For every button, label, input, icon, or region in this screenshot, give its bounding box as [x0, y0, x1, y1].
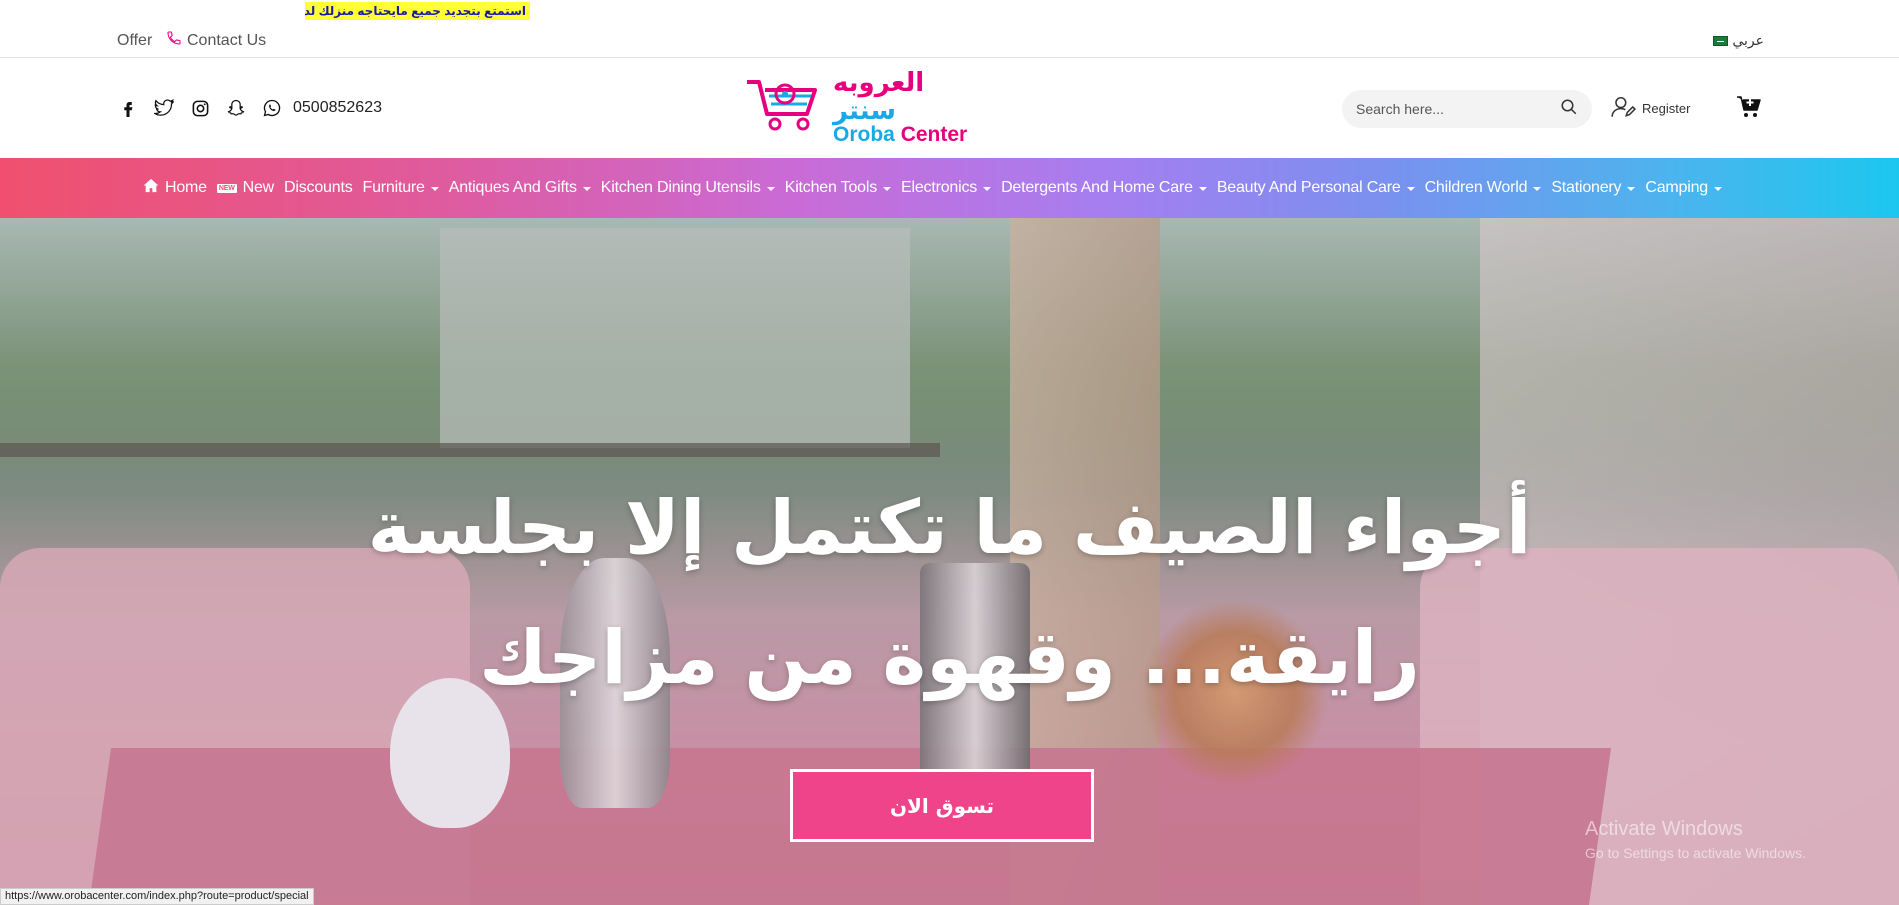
logo-english: Oroba Center [833, 123, 968, 146]
nav-electronics[interactable]: Electronics [901, 179, 992, 197]
snapchat-icon[interactable] [225, 97, 247, 119]
facebook-icon[interactable] [117, 97, 139, 119]
nav-detergents-and-home-care[interactable]: Detergents And Home Care [1001, 179, 1207, 197]
nav-beauty-and-personal-care[interactable]: Beauty And Personal Care [1217, 179, 1415, 197]
main-navigation: Home NEW New Discounts Furniture Antique… [0, 158, 1899, 218]
offer-link[interactable]: Offer [117, 32, 152, 50]
nav-antiques-and-gifts[interactable]: Antiques And Gifts [449, 179, 591, 197]
saudi-flag-icon [1713, 35, 1729, 46]
language-switch[interactable]: عربي [1713, 32, 1764, 49]
activate-subtitle: Go to Settings to activate Windows. [1585, 845, 1806, 861]
nav-item-label: New [242, 179, 275, 196]
nav-new[interactable]: NEW New [216, 179, 275, 197]
cart-icon[interactable] [1736, 95, 1762, 124]
hero-title-line1: أجواء الصيف ما تكتمل إلا بجلسة [367, 485, 1532, 571]
caret-down-icon [1533, 187, 1542, 191]
search-input[interactable] [1356, 101, 1560, 117]
whatsapp-icon[interactable] [261, 97, 283, 119]
caret-down-icon [1627, 187, 1636, 191]
hero-building-shape [440, 228, 910, 448]
nav-item-label: Home [165, 179, 207, 196]
cart-logo-icon [745, 76, 825, 139]
phone-icon [166, 30, 182, 51]
caret-down-icon [883, 187, 891, 191]
hero-railing-shape [0, 443, 940, 457]
nav-item-label: Beauty And Personal Care [1216, 179, 1401, 196]
nav-children-world[interactable]: Children World [1425, 179, 1542, 197]
nav-item-label: Detergents And Home Care [1001, 179, 1193, 196]
home-icon [143, 178, 159, 198]
site-header: 0500852623 العروبه سنتر Oroba Center Sea… [0, 59, 1899, 158]
nav-kitchen-tools[interactable]: Kitchen Tools [785, 179, 891, 197]
caret-down-icon [983, 187, 992, 191]
caret-down-icon [766, 187, 775, 191]
hero-title: أجواء الصيف ما تكتمل إلا بجلسة رايقة... … [0, 463, 1899, 723]
search-box [1342, 90, 1592, 128]
language-label: عربي [1732, 32, 1764, 48]
nav-discounts[interactable]: Discounts [284, 179, 353, 197]
site-logo[interactable]: العروبه سنتر Oroba Center [745, 68, 975, 146]
nav-item-label: Kitchen Dining Utensils [600, 179, 761, 196]
instagram-icon[interactable] [189, 97, 211, 119]
nav-item-label: Antiques And Gifts [448, 179, 577, 196]
nav-stationery[interactable]: Stationery [1551, 179, 1636, 197]
new-badge-icon: NEW [216, 183, 237, 193]
register-link[interactable]: Register [1610, 94, 1690, 123]
caret-down-icon [1714, 187, 1722, 191]
nav-item-label: Furniture [362, 179, 425, 196]
windows-activation-watermark: Activate Windows Go to Settings to activ… [1585, 818, 1806, 861]
caret-down-icon [582, 187, 591, 191]
social-links: 0500852623 [117, 97, 382, 119]
user-icon [1610, 94, 1636, 123]
search-icon[interactable] [1560, 98, 1578, 121]
caret-down-icon [1406, 187, 1415, 191]
nav-item-label: Children World [1424, 179, 1528, 196]
twitter-icon[interactable] [153, 97, 175, 119]
caret-down-icon [1198, 187, 1207, 191]
nav-item-label: Stationery [1551, 179, 1622, 196]
register-label: Register [1642, 101, 1691, 116]
nav-item-label: Electronics [901, 179, 978, 196]
phone-number[interactable]: 0500852623 [293, 99, 382, 117]
contact-us-link[interactable]: Contact Us [166, 30, 266, 51]
nav-item-label: Discounts [284, 179, 353, 196]
hero-banner: أجواء الصيف ما تكتمل إلا بجلسة رايقة... … [0, 218, 1899, 905]
contact-us-label: Contact Us [187, 31, 267, 49]
caret-down-icon [430, 187, 439, 191]
shop-now-button[interactable]: تسوق الان [790, 769, 1094, 842]
logo-arabic: العروبه سنتر [833, 67, 925, 125]
nav-home[interactable]: Home [143, 178, 207, 198]
top-bar: Offer Contact Us عربي [0, 20, 1899, 58]
nav-item-label: Camping [1645, 179, 1708, 196]
nav-camping[interactable]: Camping [1645, 179, 1722, 197]
nav-furniture[interactable]: Furniture [363, 179, 439, 197]
promo-marquee: استمتع بتجديد جميع مايحتاجه منزلك لدى [305, 2, 530, 20]
browser-status-url: https://www.orobacenter.com/index.php?ro… [0, 888, 314, 905]
hero-title-line2: رايقة... وقهوة من مزاجك [479, 615, 1420, 701]
nav-kitchen-dining-utensils[interactable]: Kitchen Dining Utensils [601, 179, 775, 197]
nav-item-label: Kitchen Tools [784, 179, 877, 196]
activate-title: Activate Windows [1585, 818, 1743, 840]
